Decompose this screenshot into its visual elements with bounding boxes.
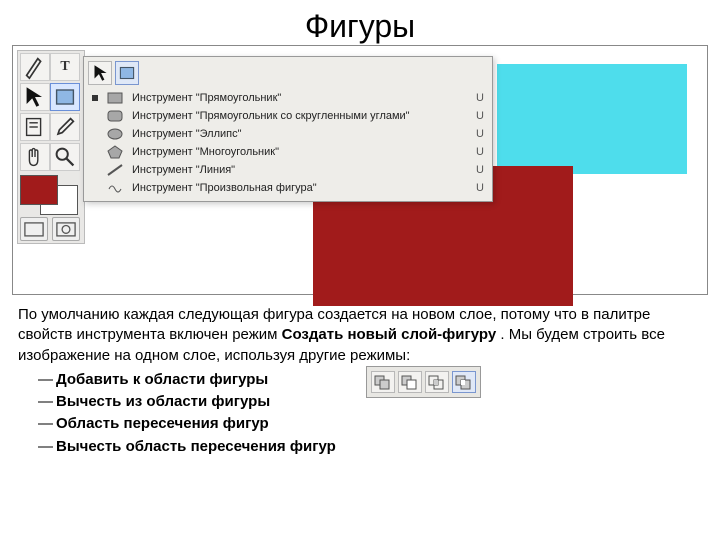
foreground-swatch[interactable]	[20, 175, 58, 205]
bullet-line: — Вычесть область пересечения фигур	[38, 437, 702, 457]
flyout-item-label: Инструмент "Многоугольник"	[132, 146, 470, 158]
body-text: По умолчанию каждая следующая фигура соз…	[18, 305, 702, 457]
flyout-item-key: U	[476, 110, 484, 122]
path-select-icon[interactable]	[20, 83, 50, 111]
bullet-line: — Область пересечения фигур	[38, 414, 702, 434]
flyout-item-line[interactable]: Инструмент "Линия" U	[84, 161, 492, 179]
flyout-item-polygon[interactable]: Инструмент "Многоугольник" U	[84, 143, 492, 161]
hand-icon[interactable]	[20, 143, 50, 171]
flyout-item-label: Инструмент "Прямоугольник со скругленным…	[132, 110, 470, 122]
flyout-item-label: Инструмент "Произвольная фигура"	[132, 182, 470, 194]
flyout-item-rect[interactable]: Инструмент "Прямоугольник" U	[84, 89, 492, 107]
add-shape-area-icon[interactable]	[371, 371, 395, 393]
page-title: Фигуры	[0, 8, 720, 45]
flyout-head	[84, 57, 492, 85]
tools-panel: T	[17, 50, 85, 244]
illustration-stage: T	[12, 45, 708, 295]
roundrect-icon	[106, 109, 124, 123]
color-swatches[interactable]	[20, 175, 78, 215]
shape-combine-buttons	[366, 366, 481, 398]
bullet-list: — Добавить к области фигуры— Вычесть из …	[38, 370, 702, 457]
flyout-item-label: Инструмент "Эллипс"	[132, 128, 470, 140]
flyout-item-roundrect[interactable]: Инструмент "Прямоугольник со скругленным…	[84, 107, 492, 125]
flyout-item-ellipse[interactable]: Инструмент "Эллипс" U	[84, 125, 492, 143]
flyout-item-key: U	[476, 92, 484, 104]
shape-tool-icon[interactable]	[115, 61, 139, 85]
pen-icon[interactable]	[20, 53, 50, 81]
shape-tool-flyout: Инструмент "Прямоугольник"UИнструмент "П…	[83, 56, 493, 202]
flyout-item-label: Инструмент "Линия"	[132, 164, 470, 176]
mask-mode-icon[interactable]	[52, 217, 80, 241]
subtract-shape-area-icon[interactable]	[398, 371, 422, 393]
zoom-icon[interactable]	[50, 143, 80, 171]
flyout-item-custom[interactable]: Инструмент "Произвольная фигура" U	[84, 179, 492, 197]
flyout-item-key: U	[476, 146, 484, 158]
polygon-icon	[106, 145, 124, 159]
standard-mode-icon[interactable]	[20, 217, 48, 241]
flyout-item-key: U	[476, 182, 484, 194]
quickmask-row	[20, 217, 82, 241]
type-icon[interactable]: T	[50, 53, 80, 81]
custom-icon	[106, 181, 124, 195]
shape-tool-icon[interactable]	[50, 83, 80, 111]
intersect-shape-area-icon[interactable]	[425, 371, 449, 393]
exclude-overlap-icon[interactable]	[452, 371, 476, 393]
ellipse-icon	[106, 127, 124, 141]
rect-icon	[106, 91, 124, 105]
flyout-item-label: Инструмент "Прямоугольник"	[132, 92, 470, 104]
pointer-icon[interactable]	[88, 61, 112, 85]
line-icon	[106, 163, 124, 177]
paragraph-bold: Создать новый слой-фигуру	[282, 326, 497, 343]
flyout-item-key: U	[476, 128, 484, 140]
notes-icon[interactable]	[20, 113, 50, 141]
flyout-item-key: U	[476, 164, 484, 176]
eyedropper-icon[interactable]	[50, 113, 80, 141]
cyan-sample-rect	[497, 64, 687, 174]
